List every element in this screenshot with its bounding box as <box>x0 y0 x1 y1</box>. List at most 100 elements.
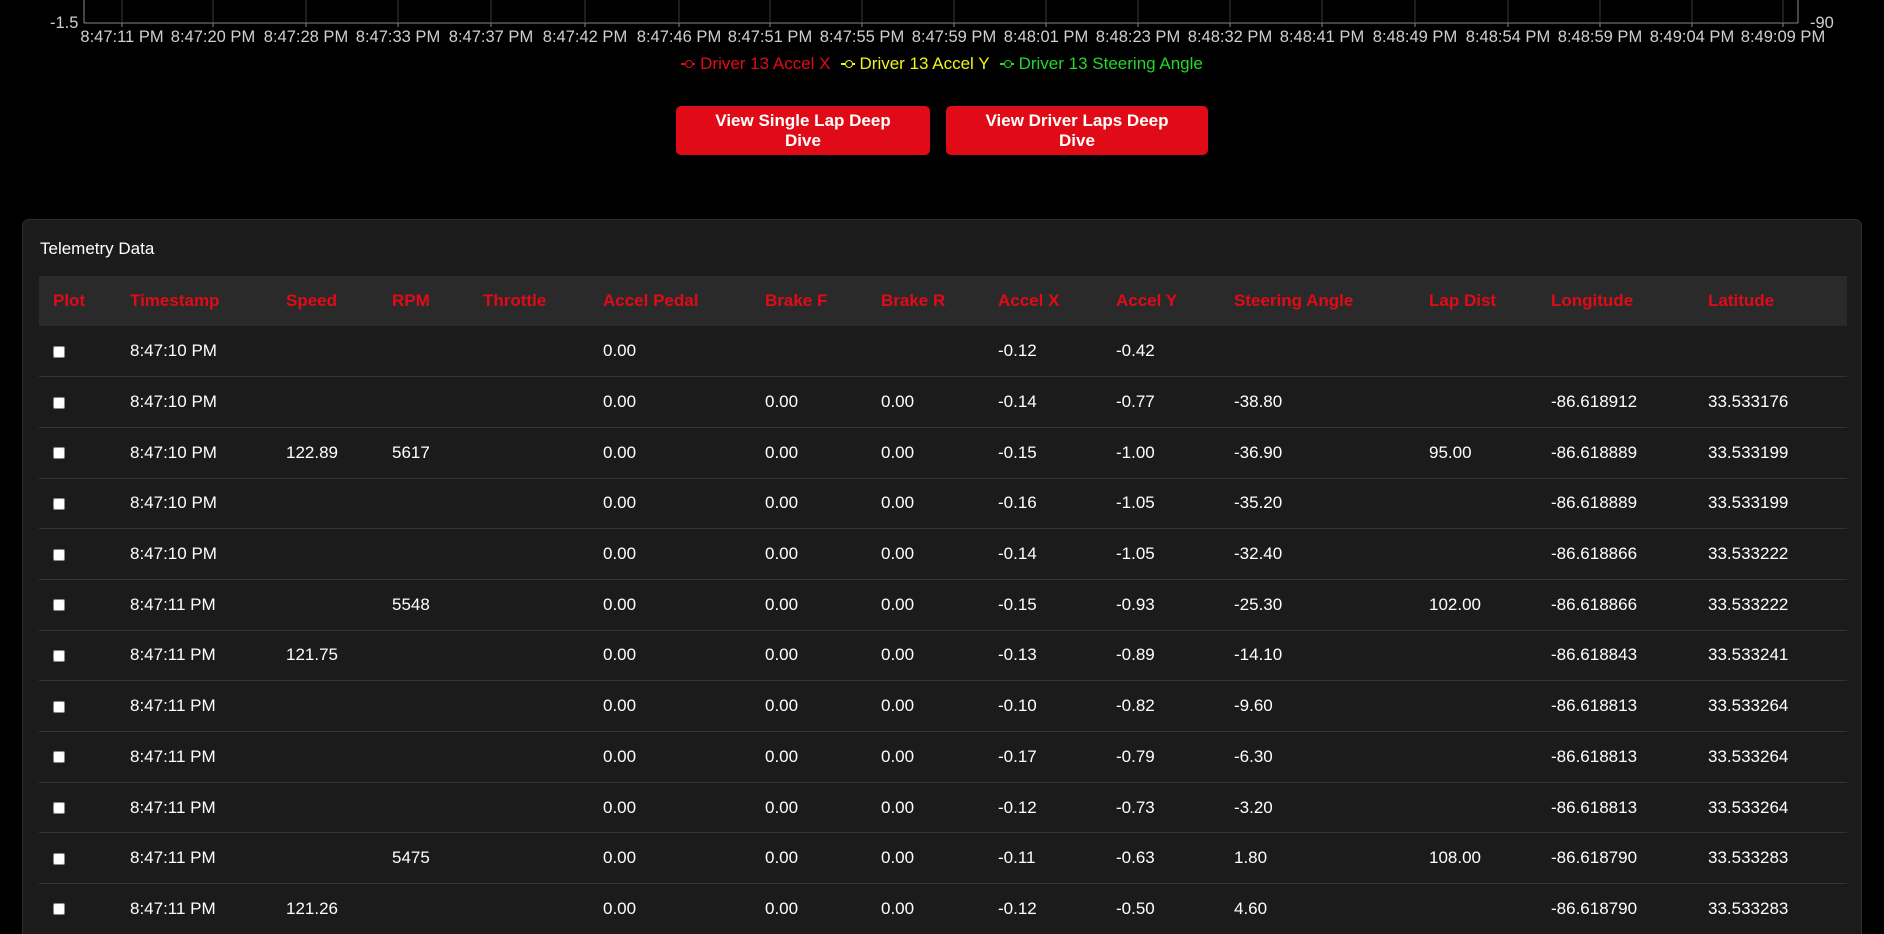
cell-lap-dist: 108.00 <box>1429 848 1481 868</box>
deep-dive-actions: View Single Lap Deep Dive View Driver La… <box>0 106 1884 155</box>
cell-brake-r <box>867 326 984 377</box>
legend-item[interactable]: Driver 13 Accel Y <box>840 54 990 74</box>
cell-accel-pedal: 0.00 <box>603 392 637 412</box>
cell-brake-r: 0.00 <box>881 898 915 918</box>
cell-rpm <box>378 884 469 934</box>
column-header-accel-pedal[interactable]: Accel Pedal <box>589 276 751 326</box>
cell-latitude: 33.533222 <box>1708 594 1789 614</box>
plot-checkbox[interactable] <box>53 802 65 815</box>
cell-latitude: 33.533264 <box>1708 696 1789 716</box>
plot-checkbox[interactable] <box>53 751 65 764</box>
cell-lap-dist <box>1415 326 1537 377</box>
plot-checkbox[interactable] <box>53 599 65 612</box>
column-header-plot[interactable]: Plot <box>39 276 116 326</box>
table-row: 8:47:11 PM 0.00 0.00 0.00 -0.17 -0.79 -6.30 -86… <box>39 732 1847 783</box>
column-header-brake-f[interactable]: Brake F <box>751 276 867 326</box>
column-header-longitude[interactable]: Longitude <box>1537 276 1694 326</box>
cell-timestamp: 8:47:10 PM <box>130 544 217 564</box>
cell-accel-x: -0.17 <box>998 746 1037 766</box>
cell-brake-r: 0.00 <box>881 797 915 817</box>
cell-brake-f: 0.00 <box>765 544 799 564</box>
plot-cell <box>39 579 116 630</box>
x-tick-label: 8:47:59 PM <box>912 28 996 44</box>
column-header-timestamp[interactable]: Timestamp <box>116 276 272 326</box>
table-row: 8:47:11 PM 0.00 0.00 0.00 -0.10 -0.82 -9.60 -86… <box>39 681 1847 732</box>
column-header-throttle[interactable]: Throttle <box>469 276 589 326</box>
cell-longitude: -86.618912 <box>1551 392 1638 412</box>
cell-longitude: -86.618843 <box>1551 645 1638 665</box>
cell-throttle <box>469 579 589 630</box>
cell-speed <box>272 478 378 529</box>
table-row: 8:47:10 PM 0.00 -0.12 -0.42 <box>39 326 1847 377</box>
plot-checkbox[interactable] <box>53 903 65 916</box>
cell-steering: -36.90 <box>1234 442 1283 462</box>
cell-brake-f: 0.00 <box>765 442 799 462</box>
cell-lap-dist <box>1415 529 1537 580</box>
column-header-lap-dist[interactable]: Lap Dist <box>1415 276 1537 326</box>
column-header-brake-r[interactable]: Brake R <box>867 276 984 326</box>
plot-checkbox[interactable] <box>53 497 65 510</box>
table-row: 8:47:11 PM 121.26 0.00 0.00 0.00 -0.12 -0.50 4.… <box>39 884 1847 934</box>
cell-accel-pedal: 0.00 <box>603 442 637 462</box>
cell-rpm <box>378 782 469 833</box>
column-header-speed[interactable]: Speed <box>272 276 378 326</box>
cell-rpm <box>378 326 469 377</box>
x-tick-label: 8:47:11 PM <box>80 28 163 44</box>
cell-lap-dist <box>1415 732 1537 783</box>
cell-brake-f <box>751 326 867 377</box>
cell-timestamp: 8:47:10 PM <box>130 341 217 361</box>
cell-longitude: -86.618813 <box>1551 746 1638 766</box>
legend-marker-icon <box>681 59 696 69</box>
plot-checkbox[interactable] <box>53 852 65 865</box>
cell-longitude: -86.618866 <box>1551 544 1638 564</box>
plot-checkbox[interactable] <box>53 649 65 662</box>
legend-item[interactable]: Driver 13 Accel X <box>681 54 831 74</box>
plot-checkbox[interactable] <box>53 396 65 409</box>
cell-brake-r: 0.00 <box>881 848 915 868</box>
x-tick-label: 8:47:42 PM <box>543 28 627 44</box>
x-tick-label: 8:47:46 PM <box>637 28 721 44</box>
plot-cell <box>39 427 116 478</box>
cell-accel-pedal: 0.00 <box>603 898 637 918</box>
driver-laps-deep-dive-button[interactable]: View Driver Laps Deep Dive <box>946 106 1208 155</box>
cell-throttle <box>469 782 589 833</box>
cell-latitude <box>1694 326 1847 377</box>
panel-title: Telemetry Data <box>40 239 155 258</box>
cell-timestamp: 8:47:10 PM <box>130 392 217 412</box>
x-tick-label: 8:48:54 PM <box>1466 28 1550 44</box>
plot-cell <box>39 377 116 428</box>
cell-lap-dist: 95.00 <box>1429 442 1472 462</box>
cell-latitude: 33.533283 <box>1708 848 1789 868</box>
cell-brake-f: 0.00 <box>765 898 799 918</box>
cell-throttle <box>469 377 589 428</box>
table-row: 8:47:10 PM 122.89 5617 0.00 0.00 0.00 -0.15 -1.… <box>39 427 1847 479</box>
column-header-latitude[interactable]: Latitude <box>1694 276 1847 326</box>
plot-checkbox[interactable] <box>53 345 65 358</box>
column-header-accel-x[interactable]: Accel X <box>984 276 1102 326</box>
legend-label: Driver 13 Accel X <box>700 54 831 73</box>
column-header-accel-y[interactable]: Accel Y <box>1102 276 1220 326</box>
chart-legend: Driver 13 Accel X Driver 13 Accel Y Driver… <box>0 54 1884 74</box>
x-tick-label: 8:48:49 PM <box>1373 28 1457 44</box>
cell-latitude: 33.533264 <box>1708 797 1789 817</box>
x-tick-label: 8:49:04 PM <box>1650 28 1734 44</box>
column-header-rpm[interactable]: RPM <box>378 276 469 326</box>
plot-checkbox[interactable] <box>53 700 65 713</box>
legend-item[interactable]: Driver 13 Steering Angle <box>999 54 1203 74</box>
cell-brake-r: 0.00 <box>881 645 915 665</box>
cell-rpm: 5548 <box>392 594 430 614</box>
cell-accel-pedal: 0.00 <box>603 544 637 564</box>
column-header-steering-angle[interactable]: Steering Angle <box>1220 276 1415 326</box>
single-lap-deep-dive-button[interactable]: View Single Lap Deep Dive <box>676 106 930 155</box>
cell-throttle <box>469 681 589 732</box>
telemetry-table-wrapper[interactable]: Plot Timestamp Speed RPM Throttle Accel Pedal… <box>39 276 1847 934</box>
cell-longitude <box>1537 326 1694 377</box>
plot-checkbox[interactable] <box>53 447 65 460</box>
cell-timestamp: 8:47:10 PM <box>130 493 217 513</box>
legend-marker-icon <box>840 59 855 69</box>
cell-speed: 121.26 <box>286 898 338 918</box>
plot-checkbox[interactable] <box>53 548 65 561</box>
cell-brake-f: 0.00 <box>765 645 799 665</box>
cell-longitude: -86.618866 <box>1551 594 1638 614</box>
plot-cell <box>39 884 116 934</box>
